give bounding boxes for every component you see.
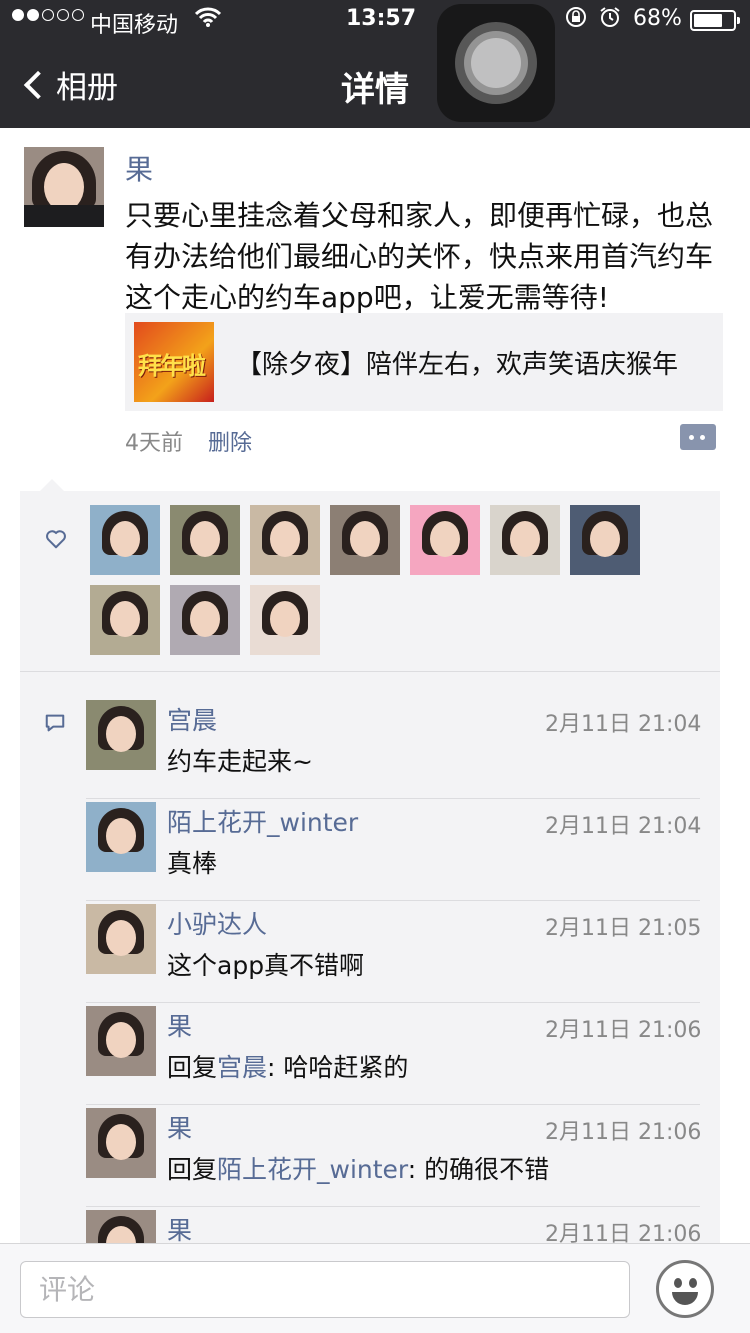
shared-link-title: 【除夕夜】陪伴左右，欢声笑语庆猴年 (236, 350, 679, 380)
battery-percent: 68% (633, 6, 682, 31)
avatar-like-1[interactable] (90, 505, 160, 575)
comment-timestamp: 2月11日 21:06 (545, 1120, 702, 1145)
comment-divider (86, 798, 700, 799)
reply-target-name[interactable]: 宫晨 (217, 1053, 267, 1082)
avatar-like-9[interactable] (170, 585, 240, 655)
avatar-like-5[interactable] (410, 505, 480, 575)
comment-avatar[interactable] (86, 1006, 156, 1076)
reply-target-name[interactable]: 陌上花开_winter (217, 1155, 408, 1184)
post-author-name[interactable]: 果 (125, 148, 153, 188)
status-bar: 中国移动 13:57 68% (0, 0, 750, 40)
wifi-icon (194, 6, 222, 34)
post-text: 只要心里挂念着父母和家人，即便再忙碌，也总有办法给他们最细心的关怀，快点来用首汽… (125, 199, 714, 314)
carrier-name: 中国移动 (90, 13, 179, 38)
reply-prefix: 回复 (167, 1053, 218, 1082)
comment-author-name[interactable]: 果 (167, 1211, 192, 1247)
avatar-like-7[interactable] (570, 505, 640, 575)
avatar-like-4[interactable] (330, 505, 400, 575)
comment-timestamp: 2月11日 21:06 (545, 1018, 702, 1043)
avatar-like-3[interactable] (250, 505, 320, 575)
comment-author-name[interactable]: 果 (167, 1007, 192, 1043)
heart-icon (46, 530, 66, 549)
comment-avatar[interactable] (86, 904, 156, 974)
status-time: 13:57 (346, 6, 417, 31)
shared-link-thumbnail: 拜年啦 (134, 322, 214, 402)
comment-input-bar (0, 1243, 750, 1333)
panel-arrow (40, 479, 64, 491)
shared-link-card[interactable]: 拜年啦 【除夕夜】陪伴左右，欢声笑语庆猴年 (125, 313, 723, 411)
comment-input[interactable] (20, 1261, 630, 1318)
comment-divider (86, 1104, 700, 1105)
likes-divider (20, 671, 720, 672)
battery-icon (690, 10, 740, 31)
comment-author-name[interactable]: 宫晨 (167, 701, 217, 737)
comment-timestamp: 2月11日 21:04 (545, 814, 702, 839)
comment-text: 回复陌上花开_winter: 的确很不错 (167, 1150, 549, 1186)
reply-text: : 的确很不错 (407, 1155, 550, 1184)
avatar-like-10[interactable] (250, 585, 320, 655)
more-actions-button[interactable] (680, 424, 716, 450)
comment-text: 这个app真不错啊 (167, 951, 365, 980)
comment-avatar[interactable] (86, 700, 156, 770)
signal-strength-icon (12, 9, 84, 21)
page-title: 详情 (341, 70, 409, 110)
comment-text: 回复宫晨: 哈哈赶紧的 (167, 1048, 408, 1084)
comment-icon (45, 714, 65, 732)
comment-author-name[interactable]: 陌上花开_winter (167, 803, 358, 839)
avatar-like-6[interactable] (490, 505, 560, 575)
assistive-touch-button[interactable] (437, 4, 555, 122)
comment-text: 约车走起来~ (167, 747, 313, 776)
comment-avatar[interactable] (86, 1108, 156, 1178)
navigation-bar: 中国移动 13:57 68% 相册 详情 (0, 0, 750, 128)
comment-timestamp: 2月11日 21:04 (545, 712, 702, 737)
post-author-avatar[interactable] (24, 147, 104, 227)
avatar-like-2[interactable] (170, 505, 240, 575)
comment-divider (86, 1002, 700, 1003)
delete-button[interactable]: 删除 (208, 425, 252, 457)
comment-author-name[interactable]: 果 (167, 1109, 192, 1145)
alarm-icon (599, 6, 621, 34)
rotation-lock-icon (565, 6, 587, 34)
comment-avatar[interactable] (86, 802, 156, 872)
post-timestamp: 4天前 (125, 431, 183, 456)
comment-timestamp: 2月11日 21:05 (545, 916, 702, 941)
emoji-button[interactable] (656, 1260, 714, 1318)
comment-author-name[interactable]: 小驴达人 (167, 905, 267, 941)
avatar-like-8[interactable] (90, 585, 160, 655)
comment-divider (86, 1206, 700, 1207)
reply-prefix: 回复 (167, 1155, 218, 1184)
reply-text: : 哈哈赶紧的 (267, 1053, 409, 1082)
comment-text: 真棒 (167, 849, 218, 878)
comment-divider (86, 900, 700, 901)
